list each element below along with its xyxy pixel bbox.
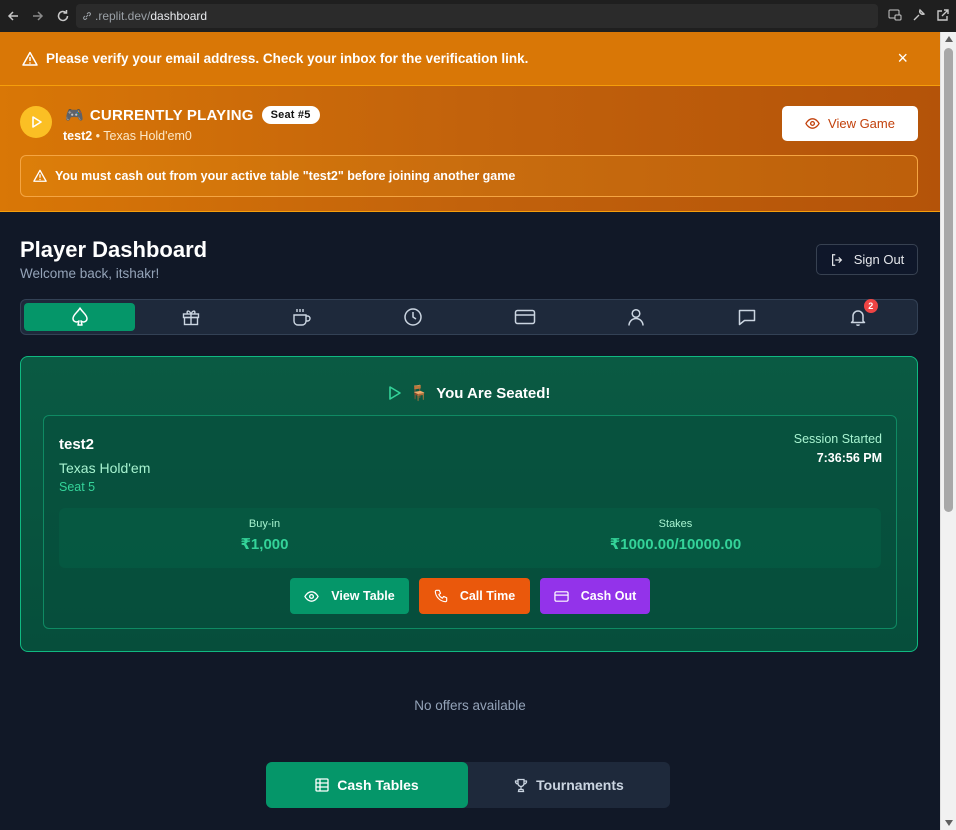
tab-tournaments[interactable]: Tournaments (468, 762, 670, 808)
table-grid-icon (315, 778, 329, 792)
seated-panel: 🪑 You Are Seated! test2 Texas Hold'em Se… (20, 356, 918, 652)
tab-notifications[interactable]: 2 (803, 299, 914, 331)
play-icon (20, 106, 52, 138)
table-game-type: Texas Hold'em (59, 460, 151, 476)
warning-icon (33, 169, 47, 183)
reload-icon[interactable] (51, 4, 75, 28)
chat-icon (737, 307, 757, 327)
cash-out-button[interactable]: Cash Out (540, 578, 650, 614)
session-started-label: Session Started (793, 432, 882, 446)
phone-icon (434, 589, 448, 603)
close-banner-button[interactable]: × (897, 49, 908, 67)
spade-icon (69, 306, 91, 328)
seated-title: 🪑 You Are Seated! (21, 384, 917, 402)
call-time-button[interactable]: Call Time (419, 578, 530, 614)
stakes-label: Stakes (658, 518, 693, 530)
notification-count-badge: 2 (863, 299, 878, 313)
stakes-stat: Stakes ₹1000.00/10000.00 (470, 508, 881, 568)
verify-email-message: Please verify your email address. Check … (46, 51, 529, 66)
sign-out-button[interactable]: Sign Out (816, 244, 918, 275)
scroll-thumb[interactable] (944, 48, 953, 512)
tab-chat[interactable] (692, 303, 803, 331)
call-time-label: Call Time (459, 589, 516, 603)
sign-out-icon (830, 253, 844, 267)
clock-icon (403, 307, 423, 327)
currently-playing-details: test2 • Texas Hold'em0 (63, 129, 192, 143)
view-table-button[interactable]: View Table (290, 578, 409, 614)
open-external-icon[interactable] (934, 6, 952, 24)
tab-history[interactable] (358, 303, 469, 331)
active-table-card: test2 Texas Hold'em Seat 5 Session Start… (43, 415, 897, 629)
session-started-time: 7:36:56 PM (816, 451, 882, 465)
buyin-label: Buy-in (248, 518, 281, 530)
currently-playing-banner: 🎮 CURRENTLY PLAYING Seat #5 test2 • Texa… (0, 86, 940, 212)
buyin-stat: Buy-in ₹1,000 (59, 508, 470, 568)
view-game-button[interactable]: View Game (782, 106, 918, 141)
table-name: test2 (59, 436, 95, 453)
wrench-icon[interactable] (910, 6, 928, 24)
cast-icon[interactable] (886, 6, 904, 24)
gift-icon (181, 307, 201, 327)
currently-playing-label: CURRENTLY PLAYING (89, 106, 254, 124)
card-icon (514, 308, 536, 326)
card-icon (554, 590, 569, 603)
verify-email-banner: Please verify your email address. Check … (0, 32, 940, 86)
tab-profile[interactable] (580, 303, 691, 331)
chair-icon: 🪑 (409, 385, 429, 402)
page-title: Player Dashboard (20, 237, 208, 262)
warning-icon (22, 51, 38, 67)
tab-payments[interactable] (469, 303, 580, 331)
play-icon (388, 385, 402, 401)
buyin-value: ₹1,000 (240, 536, 289, 553)
address-bar[interactable]: .replit.dev/dashboard (76, 4, 878, 28)
welcome-message: Welcome back, itshakr! (20, 266, 160, 281)
table-seat: Seat 5 (59, 480, 96, 494)
tab-rewards[interactable] (135, 303, 246, 331)
tab-tables[interactable] (24, 303, 136, 331)
dashboard-tabs: 2 (20, 299, 918, 335)
url-host: .replit.dev/ (95, 9, 151, 23)
eye-icon (304, 589, 320, 604)
url-path: dashboard (150, 9, 208, 23)
cash-tables-label: Cash Tables (337, 777, 419, 793)
back-icon[interactable] (1, 4, 25, 28)
eye-icon (805, 116, 820, 131)
view-game-label: View Game (828, 116, 895, 131)
sign-out-label: Sign Out (853, 252, 905, 267)
page-content: Please verify your email address. Check … (0, 32, 940, 830)
forward-icon[interactable] (26, 4, 50, 28)
tab-food[interactable] (247, 303, 358, 331)
table-stats: Buy-in ₹1,000 Stakes ₹1000.00/10000.00 (59, 508, 881, 568)
coffee-icon (291, 307, 313, 327)
detail-separator: • (92, 129, 104, 143)
cash-out-warning-text: You must cash out from your active table… (55, 169, 516, 183)
currently-playing-title: 🎮 CURRENTLY PLAYING Seat #5 (65, 106, 320, 124)
tournaments-label: Tournaments (536, 777, 624, 793)
page-scrollbar[interactable] (940, 32, 956, 830)
scroll-up-arrow[interactable] (945, 36, 953, 42)
trophy-icon (514, 778, 528, 793)
cash-out-warning: You must cash out from your active table… (20, 155, 918, 197)
seat-badge: Seat #5 (261, 106, 320, 124)
seated-heading: You Are Seated! (436, 384, 551, 402)
no-offers-message: No offers available (414, 698, 526, 713)
cash-out-label: Cash Out (580, 589, 637, 603)
table-actions: View Table Call Time Cash Out (44, 578, 896, 614)
game-type-tabs: Cash Tables Tournaments (266, 762, 670, 808)
current-table-name: test2 (63, 129, 93, 143)
link-icon (82, 11, 92, 21)
tab-cash-tables[interactable]: Cash Tables (266, 762, 468, 808)
browser-toolbar: .replit.dev/dashboard (0, 0, 956, 32)
view-table-label: View Table (331, 589, 395, 603)
current-game-type: Texas Hold'em0 (103, 129, 192, 143)
stakes-value: ₹1000.00/10000.00 (609, 536, 742, 553)
user-icon (626, 307, 646, 327)
game-controller-icon: 🎮 (65, 107, 84, 124)
scroll-down-arrow[interactable] (945, 820, 953, 826)
